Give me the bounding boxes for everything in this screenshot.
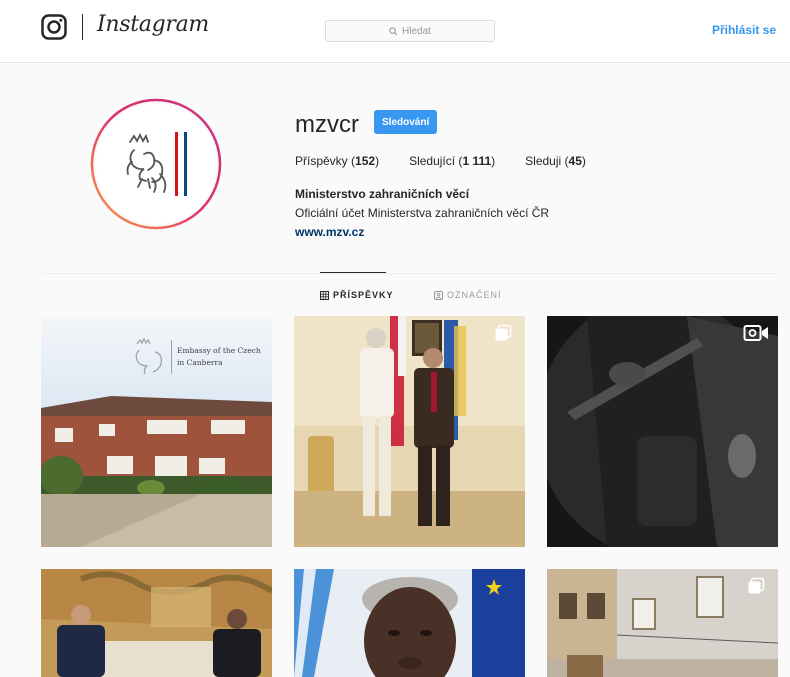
post-tile[interactable] (547, 569, 778, 677)
profile-full-name: Ministerstvo zahraničních věcí (295, 187, 470, 201)
post-photo-soldier (547, 316, 778, 547)
search-input[interactable]: Hledat (325, 20, 495, 42)
profile-stats: Příspěvky (152) Sledující (1 111) Sleduj… (295, 154, 586, 168)
carousel-icon (495, 324, 512, 341)
profile-bio: Oficiální účet Ministerstva zahraničních… (295, 206, 550, 220)
post-photo-portrait (294, 569, 525, 677)
top-navigation: Instagram Hledat Přihlásit se (0, 0, 790, 63)
login-link[interactable]: Přihlásit se (712, 23, 776, 37)
tab-tagged-label: OZNAČENÍ (447, 290, 502, 300)
tab-posts-label: PŘÍSPĚVKY (333, 290, 394, 300)
follow-button[interactable]: Sledování (374, 110, 438, 134)
post-tile[interactable]: Embassy of the Czech in Canberra (41, 316, 272, 547)
tab-tagged[interactable]: OZNAČENÍ (434, 290, 502, 300)
grid-icon (320, 290, 329, 300)
search-placeholder: Hledat (402, 25, 431, 37)
posts-stat: Příspěvky (152) (295, 154, 380, 168)
post-photo-meeting (294, 316, 525, 547)
post-photo-building (547, 569, 778, 677)
instagram-camera-icon[interactable] (41, 14, 67, 40)
followers-stat[interactable]: Sledující (1 111) (409, 154, 495, 168)
post-tile[interactable] (294, 316, 525, 547)
tab-posts[interactable]: PŘÍSPĚVKY (320, 290, 394, 300)
video-icon (743, 325, 768, 341)
post-caption-line2: in Canberra (177, 358, 223, 367)
post-caption-line1: Embassy of the Czech (177, 346, 261, 355)
tabs-divider (41, 273, 778, 274)
search-icon (389, 26, 398, 35)
profile-website-link[interactable]: www.mzv.cz (295, 225, 364, 239)
post-tile[interactable] (41, 569, 272, 677)
post-photo-table-meeting (41, 569, 272, 677)
post-photo-embassy: Embassy of the Czech in Canberra (41, 316, 272, 547)
profile-avatar[interactable] (90, 98, 222, 230)
tagged-icon (434, 290, 443, 300)
post-tile[interactable] (294, 569, 525, 677)
instagram-wordmark[interactable]: Instagram (97, 12, 209, 37)
active-tab-indicator (320, 272, 386, 273)
logo-divider (82, 14, 83, 40)
profile-username: mzvcr (295, 111, 359, 138)
post-tile[interactable] (547, 316, 778, 547)
carousel-icon (748, 577, 765, 594)
following-stat[interactable]: Sleduji (45) (525, 154, 586, 168)
